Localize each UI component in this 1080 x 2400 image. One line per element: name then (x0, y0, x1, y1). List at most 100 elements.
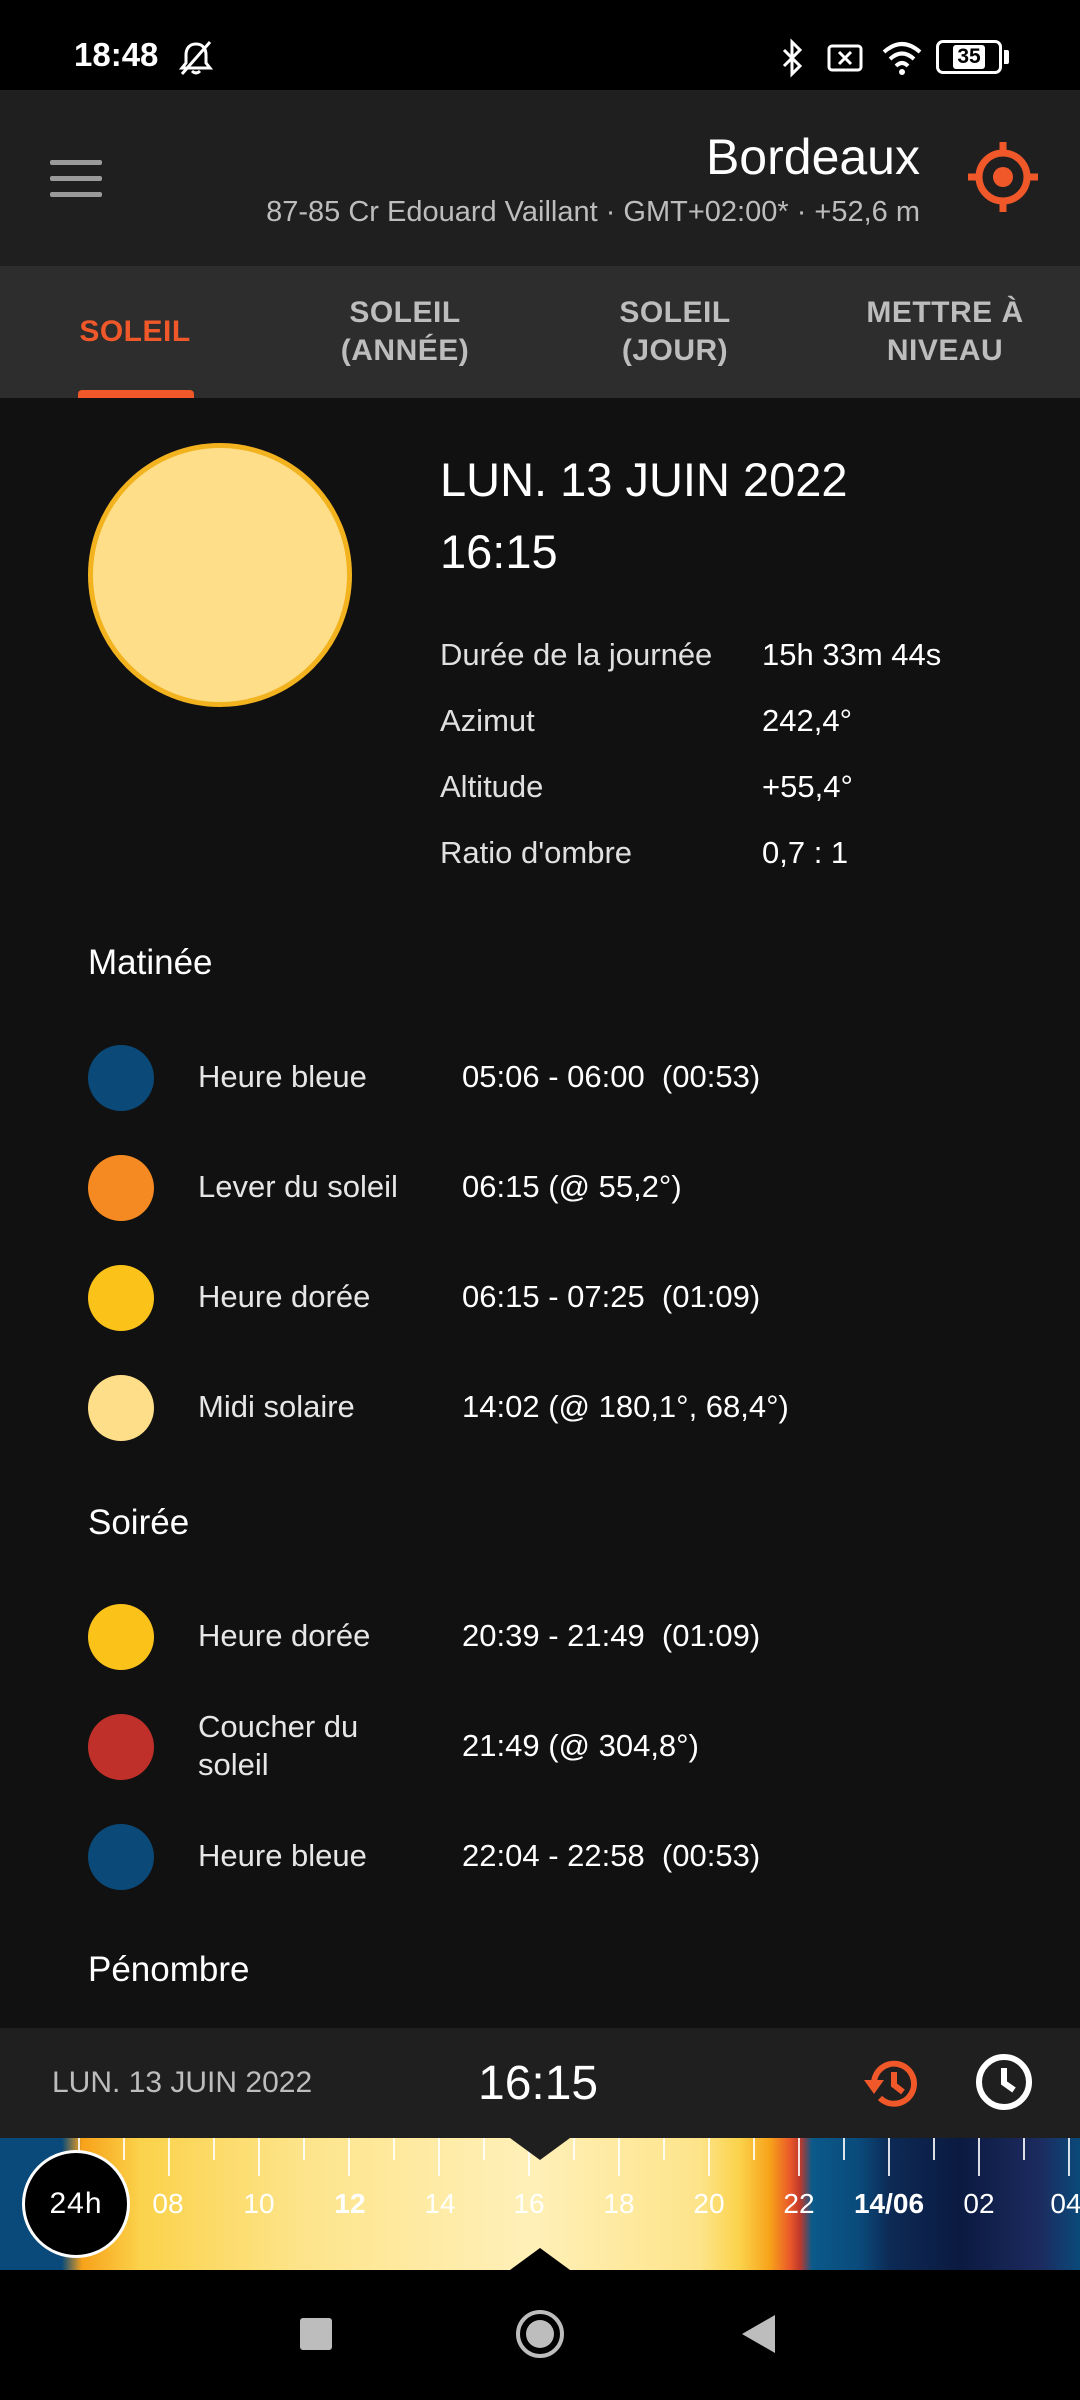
event-label: Heure bleue (198, 1838, 367, 1873)
history-reset-icon[interactable] (860, 2052, 924, 2116)
stat-label: Ratio d'ombre (440, 835, 633, 870)
event-value: 06:15 (@ 55,2°) (462, 1169, 682, 1204)
event-label: Heure dorée (198, 1279, 371, 1314)
timeline-label: 20 (693, 2188, 725, 2219)
timeline-label: 18 (603, 2188, 635, 2219)
event-value: 05:06 - 06:00 (00:53) (462, 1059, 761, 1094)
sunrise-dot-icon (88, 1155, 154, 1221)
crosshair-locate-icon[interactable] (966, 140, 1040, 214)
event-row[interactable]: Coucher du soleil 21:49 (@ 304,8°) (88, 1709, 1068, 1782)
timeline-label: 16 (513, 2188, 545, 2219)
timeline-label: 14 (424, 2188, 456, 2219)
system-nav-bar (0, 2270, 1080, 2400)
timeline-scrubber[interactable]: 08 12 10 14 16 18 20 22 14/06 02 04 24h (0, 2138, 1080, 2270)
event-row[interactable]: Heure dorée 20:39 - 21:49 (01:09) (88, 1601, 1068, 1671)
event-value: 22:04 - 22:58 (00:53) (462, 1838, 761, 1873)
event-row[interactable]: Heure bleue 22:04 - 22:58 (00:53) (88, 1821, 1068, 1891)
selected-time[interactable]: 16:15 (478, 2056, 598, 2111)
timeline-tick (753, 2138, 755, 2160)
stat-label: Durée de la journée (440, 637, 713, 672)
timeline-tick (798, 2138, 800, 2176)
timeline-tick (1023, 2138, 1025, 2160)
stat-value: 15h 33m 44s (762, 637, 942, 672)
recent-apps-icon[interactable] (300, 2318, 332, 2350)
summary-date: LUN. 13 JUIN 2022 (440, 453, 848, 506)
timeline-tick (303, 2138, 305, 2160)
timeline-tick (168, 2138, 170, 2176)
event-row[interactable]: Lever du soleil 06:15 (@ 55,2°) (88, 1152, 1068, 1222)
location-city[interactable]: Bordeaux (706, 128, 920, 186)
selected-date[interactable]: LUN. 13 JUIN 2022 (52, 2066, 312, 2100)
timeline-tick (348, 2138, 350, 2176)
app-header: Bordeaux 87-85 Cr Edouard Vaillant · GMT… (0, 90, 1080, 266)
battery-icon: 35 (936, 40, 1002, 74)
timeline-label: 10 (243, 2188, 275, 2219)
timeline-label: 04 (1050, 2188, 1080, 2219)
timeline-tick (933, 2138, 935, 2160)
timeline-tick (888, 2138, 890, 2176)
stat-value: 242,4° (762, 703, 852, 738)
stat-row-shadow-ratio: Ratio d'ombre 0,7 : 1 (440, 820, 1060, 886)
current-time-pointer-bottom (510, 2248, 570, 2270)
bluetooth-icon (782, 38, 803, 78)
event-label: Midi solaire (198, 1389, 355, 1424)
stat-row-altitude: Altitude +55,4° (440, 754, 1060, 820)
status-time: 18:48 (74, 36, 159, 73)
blue-hour-dot-icon (88, 1045, 154, 1111)
tab-soleil[interactable]: SOLEIL (0, 266, 270, 398)
notifications-off-icon (178, 41, 214, 75)
event-row[interactable]: Midi solaire 14:02 (@ 180,1°, 68,4°) (88, 1372, 1068, 1442)
event-row[interactable]: Heure dorée 06:15 - 07:25 (01:09) (88, 1262, 1068, 1332)
stat-row-day-length: Durée de la journée 15h 33m 44s (440, 622, 1060, 688)
timeline-tick (483, 2138, 485, 2160)
sunset-dot-icon (88, 1714, 154, 1780)
timeline-tick (438, 2138, 440, 2176)
timeline-tick (573, 2138, 575, 2160)
wifi-icon (882, 42, 922, 75)
stat-value: 0,7 : 1 (762, 835, 849, 870)
stat-value: +55,4° (762, 769, 853, 804)
event-label: Heure dorée (198, 1618, 371, 1653)
range-24h-button[interactable]: 24h (22, 2150, 130, 2258)
current-time-pointer-top (510, 2138, 570, 2160)
event-value: 21:49 (@ 304,8°) (462, 1728, 699, 1763)
event-label: Heure bleue (198, 1059, 367, 1094)
time-selector-bar: LUN. 13 JUIN 2022 16:15 (0, 2028, 1080, 2138)
event-value: 14:02 (@ 180,1°, 68,4°) (462, 1389, 789, 1424)
timeline-tick (843, 2138, 845, 2160)
tab-soleil-jour[interactable]: SOLEIL (JOUR) (540, 266, 810, 398)
timeline-tick (618, 2138, 620, 2176)
timeline-tick (978, 2138, 980, 2176)
golden-hour-dot-icon (88, 1604, 154, 1670)
timeline-tick (663, 2138, 665, 2160)
menu-icon[interactable] (50, 160, 102, 198)
tab-soleil-annee[interactable]: SOLEIL (ANNÉE) (270, 266, 540, 398)
tab-mettre-a-niveau[interactable]: METTRE À NIVEAU (810, 266, 1080, 398)
home-icon[interactable] (516, 2310, 564, 2358)
location-details[interactable]: 87-85 Cr Edouard Vaillant · GMT+02:00* ·… (266, 196, 920, 229)
section-title-morning: Matinée (88, 943, 213, 982)
event-row[interactable]: Heure bleue 05:06 - 06:00 (00:53) (88, 1042, 1068, 1112)
blue-hour-dot-icon (88, 1824, 154, 1890)
battery-tip (1004, 50, 1009, 64)
timeline-label: 12 (334, 2188, 366, 2219)
timeline-tick (1068, 2138, 1070, 2176)
timeline-label: 08 (152, 2188, 184, 2219)
clock-icon[interactable] (974, 2052, 1034, 2112)
timeline-tick (123, 2138, 125, 2160)
sun-stats: Durée de la journée 15h 33m 44s Azimut 2… (440, 622, 1060, 886)
status-bar: 18:48 35 (0, 0, 1080, 90)
solar-noon-dot-icon (88, 1375, 154, 1441)
back-icon[interactable] (742, 2315, 775, 2353)
timeline-tick (258, 2138, 260, 2176)
section-title-evening: Soirée (88, 1503, 190, 1542)
event-label: Coucher du soleil (198, 1709, 359, 1782)
timeline-tick (393, 2138, 395, 2160)
stat-label: Altitude (440, 769, 544, 804)
sim-off-icon (827, 44, 863, 72)
timeline-label: 02 (963, 2188, 995, 2219)
stat-row-azimuth: Azimut 242,4° (440, 688, 1060, 754)
event-label: Lever du soleil (198, 1169, 398, 1204)
timeline-tick (708, 2138, 710, 2176)
stat-label: Azimut (440, 703, 535, 738)
